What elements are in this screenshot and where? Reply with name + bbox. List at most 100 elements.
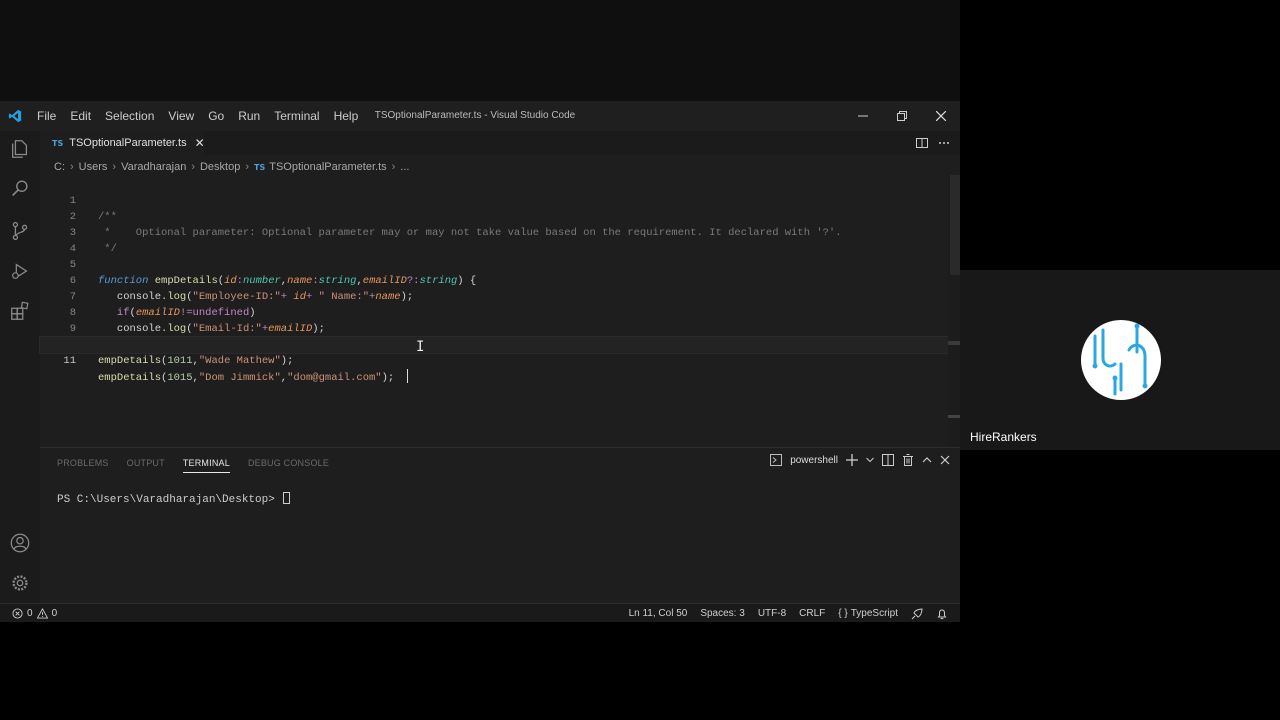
bottom-panel: PROBLEMS OUTPUT TERMINAL DEBUG CONSOLE p… [40, 447, 960, 603]
code-line: 6 console.log("Employee-ID:"+ id+ " Name… [40, 257, 948, 303]
chevron-up-icon[interactable] [922, 455, 932, 465]
vscode-logo-icon [0, 101, 30, 131]
language-label: TypeScript [850, 608, 898, 619]
minimize-icon [857, 115, 868, 117]
terminal-shell-selector[interactable]: powershell [790, 455, 838, 466]
chevron-right-icon: › [191, 161, 195, 173]
search-icon[interactable] [8, 177, 32, 201]
status-bar: 0 0 Ln 11, Col 50 Spaces: 3 UTF-8 CRLF {… [0, 603, 960, 622]
window-title: TSOptionalParameter.ts - Visual Studio C… [374, 110, 576, 121]
text-cursor-icon: I [416, 339, 425, 355]
code-line: 8 console.log("Email-Id:"+emailID); [40, 289, 948, 335]
breadcrumb-users[interactable]: Users [79, 161, 108, 173]
chevron-right-icon: › [391, 161, 396, 173]
bell-icon[interactable] [936, 608, 948, 620]
tab-output[interactable]: OUTPUT [127, 456, 165, 473]
breadcrumb-file[interactable]: TSOptionalParameter.ts [269, 161, 386, 173]
menu-view[interactable]: View [161, 101, 201, 131]
language-mode[interactable]: { } TypeScript [838, 608, 898, 619]
tab-ts-optional-parameter[interactable]: TS TSOptionalParameter.ts ✕ [40, 131, 205, 155]
code-line: 1 /** [40, 177, 948, 223]
menu-terminal[interactable]: Terminal [267, 101, 326, 131]
line-number: 11 [63, 355, 76, 367]
more-actions-icon[interactable] [938, 137, 950, 149]
typescript-file-icon: TS [52, 138, 64, 148]
source-control-icon[interactable] [8, 219, 32, 243]
explorer-icon[interactable] [8, 137, 32, 161]
menu-edit[interactable]: Edit [63, 101, 98, 131]
menu-selection[interactable]: Selection [98, 101, 161, 131]
trash-icon[interactable] [902, 454, 914, 466]
error-icon [12, 608, 23, 619]
breadcrumb-user-folder[interactable]: Varadharajan [121, 161, 186, 173]
avatar [1081, 320, 1161, 400]
vscode-window: File Edit Selection View Go Run Terminal… [0, 101, 960, 622]
tab-problems[interactable]: PROBLEMS [57, 456, 109, 473]
title-bar: File Edit Selection View Go Run Terminal… [0, 101, 960, 131]
close-panel-icon[interactable] [940, 455, 950, 465]
editor-scrollbar[interactable] [948, 175, 960, 447]
code-line-current: 11 empDetails(1015,"Dom Jimmick","dom@gm… [39, 336, 949, 384]
line-endings[interactable]: CRLF [799, 608, 825, 619]
braces-icon: { } [838, 608, 848, 619]
terminal-cursor [283, 492, 291, 504]
feedback-icon[interactable] [911, 607, 923, 620]
code-line: 4 [40, 225, 948, 255]
status-problems[interactable]: 0 0 [12, 604, 57, 622]
chevron-down-icon[interactable] [866, 456, 874, 464]
error-count: 0 [27, 608, 33, 619]
tab-label: TSOptionalParameter.ts [69, 137, 187, 149]
code-line: 3 */ [40, 209, 948, 255]
participant-name: HireRankers [970, 430, 1037, 444]
chevron-right-icon: › [245, 161, 250, 173]
split-terminal-icon[interactable] [882, 454, 894, 466]
chevron-right-icon: › [70, 161, 74, 173]
tab-close-icon[interactable]: ✕ [195, 136, 205, 150]
menu-run[interactable]: Run [231, 101, 267, 131]
manage-gear-icon[interactable] [8, 571, 32, 595]
breadcrumb-desktop[interactable]: Desktop [200, 161, 240, 173]
code-line: 7 if(emailID!=undefined) [40, 273, 948, 319]
terminal-prompt: PS C:\Users\Varadharajan\Desktop> [57, 494, 275, 506]
overview-ruler-mark [948, 341, 960, 345]
terminal-icon [770, 454, 783, 466]
terminal-output[interactable]: PS C:\Users\Varadharajan\Desktop> [57, 492, 291, 506]
extensions-icon[interactable] [8, 299, 32, 323]
cursor-position[interactable]: Ln 11, Col 50 [629, 608, 688, 619]
encoding[interactable]: UTF-8 [758, 608, 786, 619]
accounts-icon[interactable] [8, 531, 32, 555]
code-editor[interactable]: 1 /** 2 * Optional parameter: Optional p… [39, 175, 949, 445]
chevron-right-icon: › [112, 161, 117, 173]
run-debug-icon[interactable] [8, 259, 32, 283]
window-controls [843, 101, 960, 131]
close-icon [935, 111, 946, 121]
hireRankers-logo-icon [1092, 323, 1148, 396]
breadcrumb-symbol[interactable]: ... [400, 161, 409, 173]
video-top-bar [0, 0, 960, 101]
panel-actions: powershell [770, 454, 950, 466]
warning-count: 0 [51, 608, 58, 619]
scrollbar-thumb[interactable] [950, 175, 960, 275]
menu-go[interactable]: Go [201, 101, 231, 131]
menu-file[interactable]: File [30, 101, 63, 131]
breadcrumb-drive[interactable]: C: [54, 161, 65, 173]
code-line: 10 empDetails(1011,"Wade Mathew"); [40, 321, 948, 367]
restore-button[interactable] [882, 101, 921, 131]
minimize-button[interactable] [843, 101, 882, 131]
new-terminal-plus-icon[interactable] [846, 454, 858, 466]
line-code: empDetails(1015,"Dom Jimmick","dom@gmail… [98, 369, 408, 386]
indentation[interactable]: Spaces: 3 [700, 608, 744, 619]
code-line: 9 } [40, 305, 948, 351]
split-editor-icon[interactable] [916, 137, 928, 149]
tab-terminal[interactable]: TERMINAL [182, 456, 230, 473]
restore-icon [896, 111, 907, 121]
status-right: Ln 11, Col 50 Spaces: 3 UTF-8 CRLF { } T… [629, 604, 948, 622]
line-code: empDetails(1011,"Wade Mathew"); [98, 355, 294, 367]
participant-tile: HireRankers [960, 270, 1280, 450]
editor-tabs-bar: TS TSOptionalParameter.ts ✕ [40, 131, 960, 155]
code-line: 2 * Optional parameter: Optional paramet… [40, 193, 948, 239]
close-window-button[interactable] [921, 101, 960, 131]
menu-help[interactable]: Help [327, 101, 366, 131]
tab-debug-console[interactable]: DEBUG CONSOLE [248, 456, 329, 473]
code-line: 5 function empDetails(id:number,name:str… [40, 241, 948, 287]
